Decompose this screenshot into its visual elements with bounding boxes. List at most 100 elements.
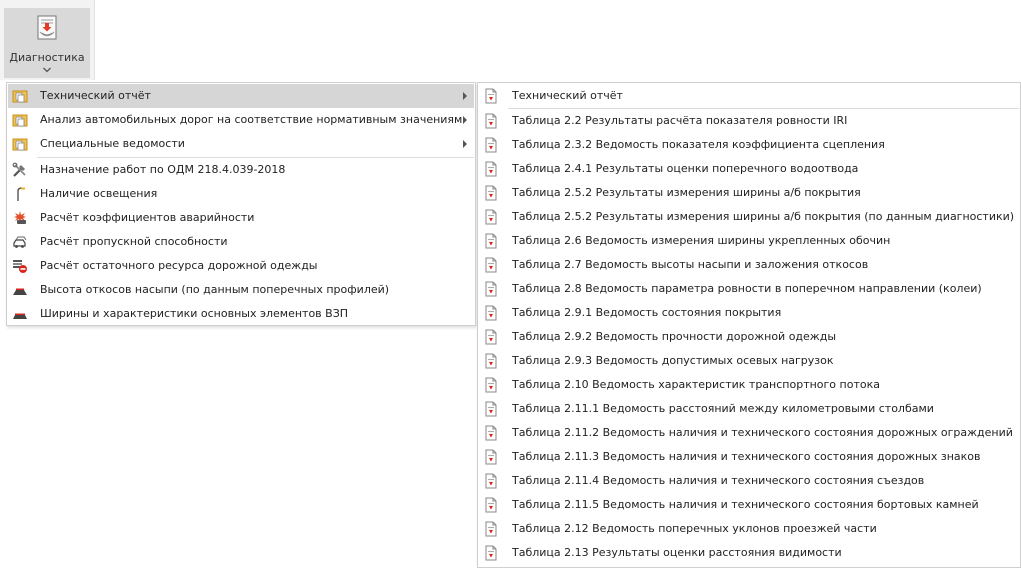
submenu-arrow-icon — [463, 140, 467, 148]
submenu-item-table[interactable]: Таблица 2.11.3 Ведомость наличия и техни… — [479, 445, 1019, 469]
menu-item-tech-report[interactable]: Технический отчёт — [8, 84, 474, 108]
submenu-item-table[interactable]: Таблица 2.8 Ведомость параметра ровности… — [479, 277, 1019, 301]
menu-item-special-statements[interactable]: Специальные ведомости — [8, 132, 474, 156]
submenu-item-label: Таблица 2.11.4 Ведомость наличия и техни… — [512, 474, 925, 487]
submenu-item-label: Таблица 2.2 Результаты расчёта показател… — [512, 114, 848, 127]
submenu-item-label: Таблица 2.7 Ведомость высоты насыпи и за… — [512, 258, 869, 271]
menu-item-accident-coefficients[interactable]: Расчёт коэффициентов аварийности — [8, 206, 474, 230]
menu-item-work-assignment[interactable]: Назначение работ по ОДМ 218.4.039-2018 — [8, 158, 474, 182]
submenu-item-label: Таблица 2.9.3 Ведомость допустимых осевы… — [512, 354, 834, 367]
menu-item-capacity[interactable]: Расчёт пропускной способности — [8, 230, 474, 254]
menu-item-road-element-widths[interactable]: Ширины и характеристики основных элемент… — [8, 302, 474, 326]
menu-item-label: Расчёт пропускной способности — [40, 235, 228, 248]
submenu-item-table[interactable]: Таблица 2.11.4 Ведомость наличия и техни… — [479, 469, 1019, 493]
submenu-item-table[interactable]: Таблица 2.9.1 Ведомость состояния покрыт… — [479, 301, 1019, 325]
submenu-item-table[interactable]: Таблица 2.9.3 Ведомость допустимых осевы… — [479, 349, 1019, 373]
menu-item-label: Технический отчёт — [40, 89, 151, 102]
pavement-resource-icon — [13, 260, 27, 273]
pdf-document-icon — [485, 377, 497, 393]
accident-icon — [14, 211, 26, 224]
pdf-document-icon — [485, 425, 497, 441]
pdf-document-icon — [485, 137, 497, 153]
submenu-item-label: Таблица 2.4.1 Результаты оценки поперечн… — [512, 162, 859, 175]
submenu-item-table[interactable]: Таблица 2.9.2 Ведомость прочности дорожн… — [479, 325, 1019, 349]
menu-item-label: Наличие освещения — [40, 187, 158, 200]
submenu-item-label: Таблица 2.11.2 Ведомость наличия и техни… — [512, 426, 1013, 439]
menu-item-road-analysis[interactable]: Анализ автомобильных дорог на соответств… — [8, 108, 474, 132]
pdf-document-icon — [485, 257, 497, 273]
submenu-item-tech-report[interactable]: Технический отчёт — [479, 84, 1019, 108]
submenu-item-table[interactable]: Таблица 2.3.2 Ведомость показателя коэфф… — [479, 133, 1019, 157]
pdf-document-icon — [485, 497, 497, 513]
pdf-document-icon — [485, 329, 497, 345]
submenu-item-table[interactable]: Таблица 2.12 Ведомость поперечных уклоно… — [479, 517, 1019, 541]
submenu-item-label: Таблица 2.13 Результаты оценки расстояни… — [512, 546, 842, 559]
submenu-item-label: Таблица 2.8 Ведомость параметра ровности… — [512, 282, 982, 295]
pdf-document-icon — [485, 209, 497, 225]
submenu-item-label: Таблица 2.3.2 Ведомость показателя коэфф… — [512, 138, 885, 151]
diagnostics-menu: Технический отчёт Анализ автомобильных д… — [6, 82, 476, 326]
submenu-item-label: Таблица 2.5.2 Результаты измерения ширин… — [512, 186, 861, 199]
pdf-document-icon — [485, 353, 497, 369]
pdf-document-icon — [485, 521, 497, 537]
submenu-arrow-icon — [463, 116, 467, 124]
pdf-document-icon — [485, 88, 497, 104]
submenu-item-label: Таблица 2.12 Ведомость поперечных уклоно… — [512, 522, 877, 535]
submenu-item-table[interactable]: Таблица 2.4.1 Результаты оценки поперечн… — [479, 157, 1019, 181]
pdf-document-icon — [485, 233, 497, 249]
pdf-document-icon — [485, 281, 497, 297]
menu-item-residual-resource[interactable]: Расчёт остаточного ресурса дорожной одеж… — [8, 254, 474, 278]
submenu-item-label: Таблица 2.11.1 Ведомость расстояний межд… — [512, 402, 934, 415]
submenu-item-label: Таблица 2.6 Ведомость измерения ширины у… — [512, 234, 891, 247]
submenu-item-table[interactable]: Таблица 2.5.2 Результаты измерения ширин… — [479, 205, 1019, 229]
street-lamp-icon — [17, 187, 25, 201]
submenu-item-table[interactable]: Таблица 2.10 Ведомость характеристик тра… — [479, 373, 1019, 397]
pdf-document-icon — [485, 113, 497, 129]
tools-icon — [12, 162, 26, 177]
submenu-item-label: Таблица 2.10 Ведомость характеристик тра… — [512, 378, 880, 391]
folder-report-icon — [12, 138, 28, 151]
traffic-cars-icon — [13, 236, 27, 248]
menu-item-label: Ширины и характеристики основных элемент… — [40, 307, 349, 320]
road-elements-icon — [13, 313, 27, 319]
submenu-item-label: Технический отчёт — [512, 89, 623, 102]
menu-item-label: Специальные ведомости — [40, 137, 185, 150]
ribbon-group: Диагностика — [0, 0, 95, 80]
folder-report-icon — [12, 90, 28, 103]
embankment-profile-icon — [13, 288, 27, 295]
submenu-item-label: Таблица 2.9.2 Ведомость прочности дорожн… — [512, 330, 837, 343]
tech-report-submenu: Технический отчёт Таблица 2.2 Результаты … — [477, 82, 1021, 568]
pdf-document-icon — [485, 449, 497, 465]
submenu-arrow-icon — [463, 92, 467, 100]
pdf-document-icon — [485, 545, 497, 561]
diagnostics-button[interactable]: Диагностика — [4, 8, 90, 78]
folder-report-icon — [12, 114, 28, 127]
pdf-document-icon — [485, 305, 497, 321]
pdf-document-icon — [485, 161, 497, 177]
pdf-document-icon — [485, 473, 497, 489]
menu-item-label: Назначение работ по ОДМ 218.4.039-2018 — [40, 163, 286, 176]
submenu-item-table[interactable]: Таблица 2.11.1 Ведомость расстояний межд… — [479, 397, 1019, 421]
pdf-document-icon — [485, 401, 497, 417]
menu-item-label: Анализ автомобильных дорог на соответств… — [40, 113, 463, 126]
menu-item-embankment-height[interactable]: Высота откосов насыпи (по данным попереч… — [8, 278, 474, 302]
submenu-item-table[interactable]: Таблица 2.13 Результаты оценки расстояни… — [479, 541, 1019, 565]
submenu-item-label: Таблица 2.9.1 Ведомость состояния покрыт… — [512, 306, 782, 319]
menu-item-label: Расчёт остаточного ресурса дорожной одеж… — [40, 259, 318, 272]
submenu-item-table[interactable]: Таблица 2.5.2 Результаты измерения ширин… — [479, 181, 1019, 205]
menu-item-lighting[interactable]: Наличие освещения — [8, 182, 474, 206]
diagnostics-label: Диагностика — [9, 51, 85, 64]
pdf-document-icon — [485, 185, 497, 201]
submenu-item-table[interactable]: Таблица 2.11.2 Ведомость наличия и техни… — [479, 421, 1019, 445]
menu-item-label: Расчёт коэффициентов аварийности — [40, 211, 255, 224]
submenu-item-label: Таблица 2.5.2 Результаты измерения ширин… — [512, 210, 1015, 223]
menu-item-label: Высота откосов насыпи (по данным попереч… — [40, 283, 390, 296]
submenu-item-table[interactable]: Таблица 2.11.5 Ведомость наличия и техни… — [479, 493, 1019, 517]
submenu-item-table[interactable]: Таблица 2.7 Ведомость высоты насыпи и за… — [479, 253, 1019, 277]
chevron-down-icon — [43, 67, 51, 73]
submenu-item-table[interactable]: Таблица 2.2 Результаты расчёта показател… — [479, 109, 1019, 133]
submenu-item-table[interactable]: Таблица 2.6 Ведомость измерения ширины у… — [479, 229, 1019, 253]
submenu-item-label: Таблица 2.11.5 Ведомость наличия и техни… — [512, 498, 979, 511]
submenu-item-label: Таблица 2.11.3 Ведомость наличия и техни… — [512, 450, 981, 463]
diagnostics-report-icon — [37, 15, 57, 40]
